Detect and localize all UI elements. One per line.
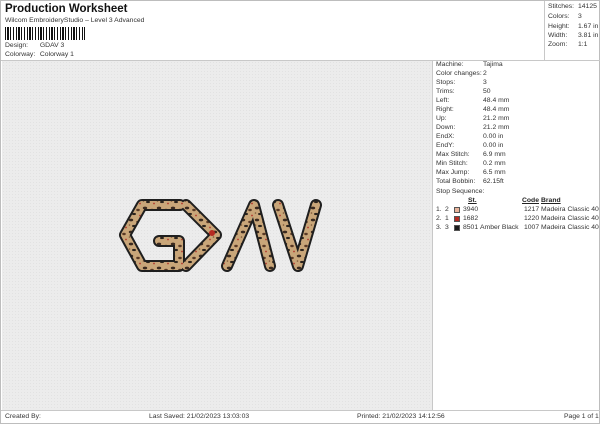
summary-height: Height: 1.67 in xyxy=(548,23,599,30)
detail-stops: Stops: 3 xyxy=(436,79,487,86)
design-value: GDAV 3 xyxy=(39,42,65,49)
thread-swatch xyxy=(454,216,460,222)
detail-machine: Machine: Tajima xyxy=(436,61,503,68)
details-panel: Machine: Tajima Color changes:2 Stops: 3 T… xyxy=(432,61,600,410)
detail-total-bobbin: Total Bobbin: 62.15ft xyxy=(436,178,504,185)
summary-box: Stitches: 14125 Colors: 3 Height: 1.67 in W… xyxy=(544,1,600,60)
page-title: Production Worksheet xyxy=(5,3,128,15)
detail-max-stitch: Max Stitch: 6.9 mm xyxy=(436,151,506,158)
detail-trims: Trims: 50 xyxy=(436,88,491,95)
design-preview xyxy=(2,61,432,410)
colorway-row: Colorway: Colorway 1 xyxy=(5,51,74,58)
table-row: 1. 2 3940 1217 Madeira Classic 40 xyxy=(436,206,599,213)
last-saved: Last Saved: 21/02/2023 13:03:03 xyxy=(149,413,250,420)
detail-up: Up: 21.2 mm xyxy=(436,115,510,122)
stop-sequence-title: Stop Sequence: xyxy=(436,188,485,195)
colorway-value: Colorway 1 xyxy=(39,51,74,58)
summary-zoom: Zoom: 1:1 xyxy=(548,41,588,48)
summary-stitches: Stitches: 14125 xyxy=(548,3,597,10)
detail-left: Left: 48.4 mm xyxy=(436,97,510,104)
detail-right: Right: 48.4 mm xyxy=(436,106,510,113)
design-label: Design: xyxy=(5,42,29,49)
detail-down: Down: 21.2 mm xyxy=(436,124,510,131)
detail-max-jump: Max Jump: 6.5 mm xyxy=(436,169,506,176)
summary-colors: Colors: 3 xyxy=(548,13,582,20)
detail-endx: EndX: 0.00 in xyxy=(436,133,504,140)
printed-date: Printed: 21/02/2023 14:12:56 xyxy=(357,413,445,420)
thread-swatch xyxy=(454,225,460,231)
red-accent xyxy=(209,230,215,236)
col-st: St. xyxy=(468,197,477,204)
worksheet: Production Worksheet Wilcom EmbroiderySt… xyxy=(0,0,600,424)
footer-divider xyxy=(1,410,600,411)
col-code: Code xyxy=(522,197,539,204)
table-row: 2. 1 1682 1220 Madeira Classic 40 xyxy=(436,215,599,222)
detail-endy: EndY: 0.00 in xyxy=(436,142,504,149)
col-brand: Brand xyxy=(541,197,561,204)
created-by: Created By: xyxy=(5,413,41,420)
barcode xyxy=(5,27,85,40)
summary-width: Width: 3.81 in xyxy=(548,32,599,39)
colorway-label: Colorway: xyxy=(5,51,36,58)
thread-swatch xyxy=(454,207,460,213)
table-row: 3. 3 8501 Amber Black 1007 Madeira Class… xyxy=(436,224,599,231)
embroidery-design-graphic xyxy=(119,199,322,272)
design-row: Design: GDAV 3 xyxy=(5,42,64,49)
detail-min-stitch: Min Stitch: 0.2 mm xyxy=(436,160,506,167)
software-subtitle: Wilcom EmbroideryStudio – Level 3 Advanc… xyxy=(5,17,145,24)
detail-color-changes: Color changes:2 xyxy=(436,70,487,77)
page-number: Page 1 of 1 xyxy=(564,413,599,420)
